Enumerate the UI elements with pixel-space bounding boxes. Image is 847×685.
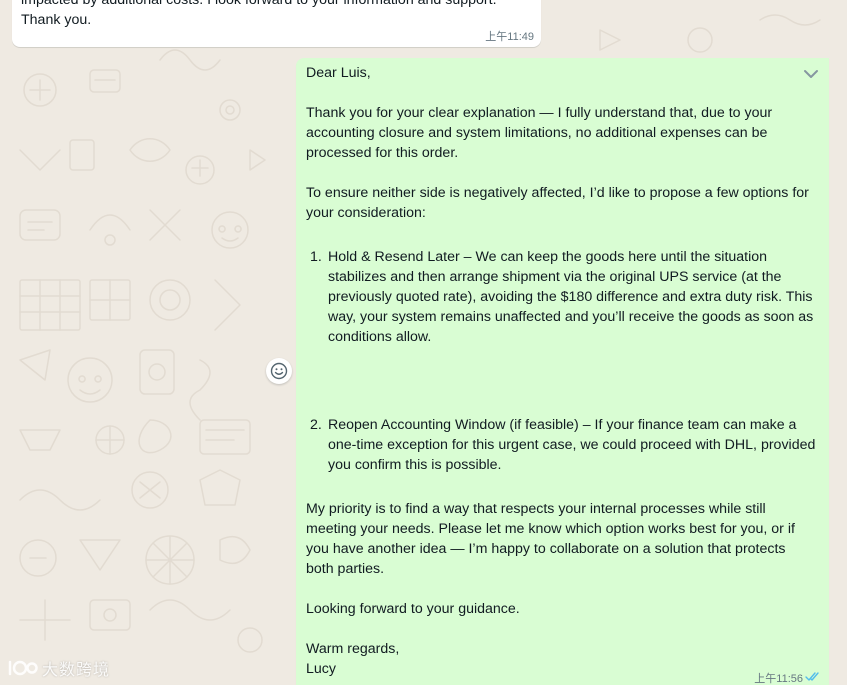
watermark-logo-icon	[8, 660, 38, 676]
list-item-line: way, your system remains unaffected and …	[328, 309, 814, 325]
list-item-line: one-time exception for this urgent case,…	[328, 437, 816, 453]
list-item-line: you confirm this is possible.	[328, 457, 502, 473]
incoming-message-time: 上午11:49	[485, 31, 534, 43]
incoming-message-bubble[interactable]: impacted by additional costs. I look for…	[12, 0, 541, 47]
message-paragraph-line: My priority is to find a way that respec…	[306, 501, 766, 517]
smiley-icon	[270, 362, 288, 380]
message-paragraph-line: you have another idea — I’m happy to col…	[306, 541, 786, 557]
double-check-read-icon	[805, 672, 819, 681]
list-item-line: conditions allow.	[328, 329, 432, 345]
list-number: 1.	[310, 249, 322, 265]
incoming-message-line: impacted by additional costs. I look for…	[21, 0, 497, 8]
message-signature: Lucy	[306, 661, 336, 677]
list-item-line: Hold & Resend Later – We can keep the go…	[328, 249, 768, 265]
outgoing-message-bubble[interactable]: Dear Luis, Thank you for your clear expl…	[296, 58, 829, 685]
list-item-line: Reopen Accounting Window (if feasible) –…	[328, 417, 797, 433]
list-number: 2.	[310, 417, 322, 433]
message-closing: Looking forward to your guidance.	[306, 601, 520, 617]
message-paragraph-line: To ensure neither side is negatively aff…	[306, 185, 809, 201]
list-item-line: stabilizes and then arrange shipment via…	[328, 269, 782, 285]
watermark: 大数跨境	[8, 657, 110, 679]
incoming-message-line: Thank you.	[21, 12, 92, 28]
message-paragraph-line: accounting closure and system limitation…	[306, 125, 768, 141]
message-greeting: Dear Luis,	[306, 65, 371, 81]
message-paragraph-line: both parties.	[306, 561, 385, 577]
watermark-text: 大数跨境	[42, 662, 111, 679]
outgoing-message-time: 上午11:56	[754, 673, 803, 685]
react-emoji-button[interactable]	[266, 358, 292, 384]
message-paragraph-line: your consideration:	[306, 205, 426, 221]
message-paragraph-line: processed for this order.	[306, 145, 459, 161]
message-paragraph-line: meeting your needs. Please let me know w…	[306, 521, 795, 537]
message-signoff: Warm regards,	[306, 641, 400, 657]
message-paragraph-line: Thank you for your clear explanation — I…	[306, 105, 773, 121]
list-item-line: previously quoted rate), avoiding the $1…	[328, 289, 813, 305]
